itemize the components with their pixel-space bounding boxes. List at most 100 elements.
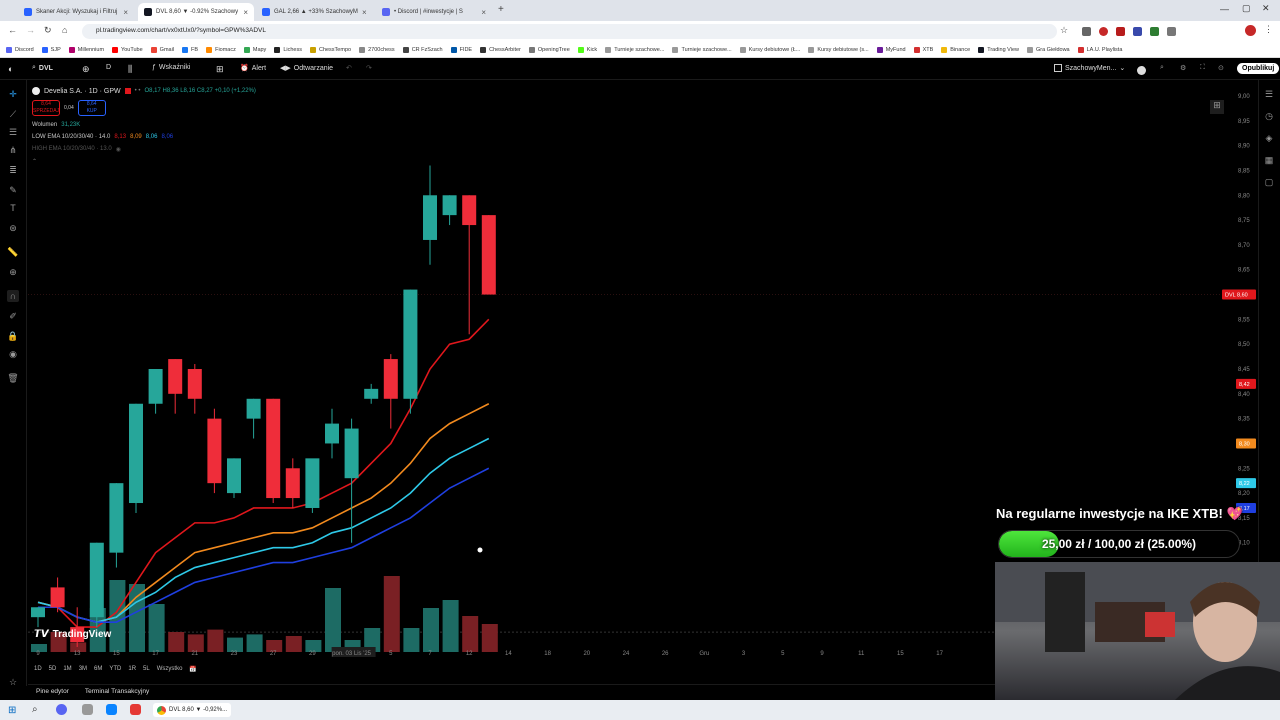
taskbar-app-icon[interactable] <box>56 704 67 715</box>
favorites-icon[interactable]: ☆ <box>7 676 19 688</box>
range-button[interactable]: 5D <box>49 666 57 672</box>
object-tree-icon[interactable]: ⊞ <box>1210 100 1224 114</box>
buy-button[interactable]: 8,64 KUP <box>77 100 106 116</box>
indicators-button[interactable]: ƒ Wskaźniki <box>152 64 190 71</box>
goto-date-icon[interactable]: 📅 <box>189 666 196 673</box>
bookmark-item[interactable]: XTB <box>913 46 933 53</box>
browser-tab[interactable]: DVL 8,60 ▼ -0.92% Szachowy × <box>138 3 254 21</box>
ext-icon[interactable] <box>1133 27 1142 36</box>
taskbar-app-icon[interactable] <box>130 704 141 715</box>
fullscreen-icon[interactable]: ⛶ <box>1200 64 1205 72</box>
download-icon[interactable] <box>1150 27 1159 36</box>
bookmark-item[interactable]: Millennium <box>68 46 104 53</box>
minimize-button[interactable]: — <box>1220 4 1229 14</box>
symbol-title[interactable]: Develia S.A. · 1D · GPW <box>44 88 121 95</box>
close-tab-icon[interactable]: × <box>123 8 128 17</box>
layers-icon[interactable]: ◈ <box>1263 132 1275 144</box>
reload-icon[interactable]: ↻ <box>44 25 52 36</box>
maximize-button[interactable]: ▢ <box>1242 3 1251 14</box>
account-avatar[interactable] <box>1137 66 1146 75</box>
bookmark-item[interactable]: 2700chess <box>359 46 395 53</box>
tv-menu-icon[interactable]: ◐ <box>8 64 13 74</box>
taskbar-active-window[interactable]: DVL 8,60 ▼ -0,92%... <box>153 703 232 717</box>
low-ema-legend[interactable]: LOW EMA 10/20/30/40 · 14.0 8,13 8,09 8,0… <box>32 131 256 143</box>
trendline-icon[interactable]: ⟋ <box>7 108 19 120</box>
range-button[interactable]: YTD <box>109 666 121 672</box>
layout-button[interactable]: SzachowyMen... ⌄ <box>1054 64 1125 72</box>
compare-button[interactable]: ⊕ <box>82 64 90 75</box>
publish-button[interactable]: Opublikuj <box>1237 63 1280 74</box>
bookmark-item[interactable]: ChessArbiter <box>480 46 521 53</box>
taskbar-app-icon[interactable] <box>106 704 117 715</box>
range-button[interactable]: Wszystko <box>157 666 183 672</box>
taskbar-app-icon[interactable] <box>82 704 93 715</box>
hidden-eye-icon[interactable]: ◉ <box>116 146 121 153</box>
browser-tab[interactable]: • Discord | #inwestycje | S × <box>376 3 492 21</box>
close-tab-icon[interactable]: × <box>481 8 486 17</box>
replay-button[interactable]: ◀▶ Odtwarzanie <box>280 64 333 73</box>
bookmark-item[interactable]: Mapy <box>243 46 266 53</box>
symbol-search[interactable]: ⌕ DVL <box>32 64 53 72</box>
panel-tab[interactable]: Terminal Transakcyjny <box>85 688 149 695</box>
bookmark-item[interactable]: Gmail <box>150 46 174 53</box>
sell-button[interactable]: 8,64 SPRZEDAJ <box>32 100 60 116</box>
lock-icon[interactable]: 🔒 <box>7 330 19 342</box>
eye-icon[interactable]: ◉ <box>7 348 19 360</box>
undo-icon[interactable]: ↶ <box>346 64 352 72</box>
bookmark-item[interactable]: CR FzSzach <box>402 46 443 53</box>
bookmark-item[interactable]: OpeningTree <box>528 46 570 53</box>
watchlist-icon[interactable]: ☰ <box>1263 88 1275 100</box>
volume-legend[interactable]: Wolumen 31,23K <box>32 119 256 131</box>
crosshair-icon[interactable]: ✛ <box>7 88 19 100</box>
bookmark-item[interactable]: Kick <box>577 46 597 53</box>
range-button[interactable]: 1R <box>128 666 136 672</box>
bookmark-star-icon[interactable]: ☆ <box>1060 25 1068 36</box>
bookmark-item[interactable]: Fiomacz <box>206 46 236 53</box>
chat-icon[interactable]: ▢ <box>1263 176 1275 188</box>
menu-icon[interactable]: ⋮ <box>1264 24 1273 35</box>
bookmark-item[interactable]: MyFund <box>876 46 906 53</box>
ext-icon[interactable] <box>1116 27 1125 36</box>
interval-button[interactable]: D <box>106 64 111 71</box>
windows-start-icon[interactable]: ⊞ <box>8 705 16 716</box>
bookmark-item[interactable]: Turnieje szachowe... <box>605 46 664 53</box>
range-button[interactable]: 5L <box>143 666 150 672</box>
taskbar-search-icon[interactable]: ⌕ <box>32 704 38 715</box>
bookmark-item[interactable]: SJP <box>41 46 61 53</box>
close-tab-icon[interactable]: × <box>362 8 367 17</box>
panel-tab[interactable]: Pine edytor <box>36 688 69 695</box>
magnet-icon[interactable]: ∩ <box>7 290 19 302</box>
text-icon[interactable]: T <box>7 202 19 214</box>
pitchfork-icon[interactable]: ⋔ <box>7 144 19 156</box>
bookmark-item[interactable]: Kursy debiutowe (Ł... <box>739 46 800 53</box>
chart-type-icon[interactable]: ⫼ <box>128 64 132 75</box>
bookmark-item[interactable]: Trading View <box>978 46 1019 53</box>
camera-icon[interactable]: ⊙ <box>1218 64 1224 72</box>
fib-icon[interactable]: ≣ <box>7 164 19 176</box>
collapse-legend-icon[interactable]: ⌃ <box>32 155 256 167</box>
bookmark-item[interactable]: Discord <box>6 46 34 53</box>
bookmark-item[interactable]: Turnieje szachowe... <box>672 46 732 53</box>
alert-button[interactable]: ⏰ Alert <box>240 64 266 73</box>
browser-tab[interactable]: GAL 2,66 ▲ +33% SzachowyM × <box>256 3 372 21</box>
new-tab-button[interactable]: + <box>498 4 504 15</box>
range-button[interactable]: 3M <box>79 666 87 672</box>
bookmark-item[interactable]: Lichess <box>274 46 302 53</box>
pencil-lock-icon[interactable]: ✐ <box>7 310 19 322</box>
ext-icon[interactable] <box>1167 27 1176 36</box>
bookmark-item[interactable]: ChessTempo <box>309 46 351 53</box>
bookmark-item[interactable]: Binance <box>941 46 970 53</box>
trash-icon[interactable]: 🗑 <box>7 372 19 384</box>
horizontal-lines-icon[interactable]: ☰ <box>7 126 19 138</box>
home-icon[interactable]: ⌂ <box>62 25 67 35</box>
range-button[interactable]: 6M <box>94 666 102 672</box>
bookmark-item[interactable]: Kursy debiutowe (s... <box>808 46 869 53</box>
browser-tab[interactable]: Skaner Akcji: Wyszukaj i Filtruj × <box>18 3 134 21</box>
gmail-ext-icon[interactable] <box>1082 27 1091 36</box>
bookmark-item[interactable]: YouTube <box>112 46 143 53</box>
zoom-search-icon[interactable]: ⌕ <box>1160 64 1164 72</box>
data-window-icon[interactable]: ▦ <box>1263 154 1275 166</box>
close-window-button[interactable]: ✕ <box>1262 3 1270 14</box>
red-ext-icon[interactable] <box>1099 27 1108 36</box>
profile-avatar[interactable] <box>1245 25 1256 36</box>
